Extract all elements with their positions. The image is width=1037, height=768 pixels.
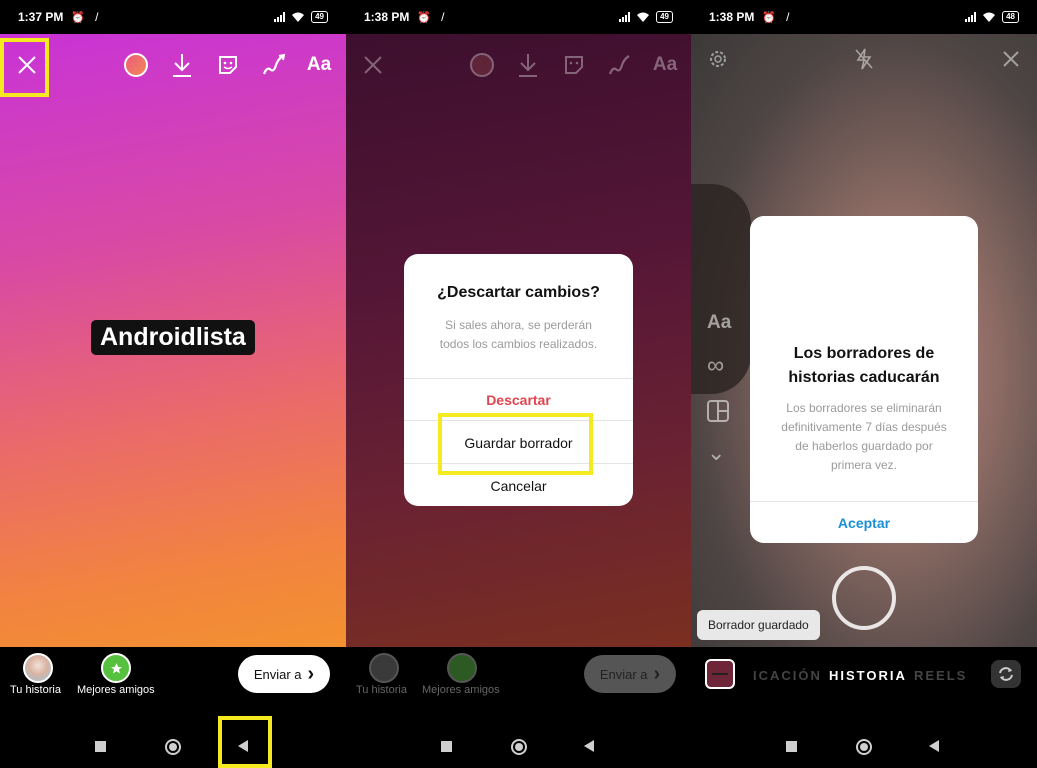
tab-story[interactable]: HISTORIA xyxy=(829,668,907,683)
draw-icon xyxy=(605,50,635,80)
wifi-icon xyxy=(983,12,996,22)
back-icon[interactable] xyxy=(584,740,594,752)
close-icon[interactable] xyxy=(996,44,1026,74)
wifi-icon xyxy=(292,12,305,22)
accept-button[interactable]: Aceptar xyxy=(750,501,978,544)
back-icon[interactable] xyxy=(929,740,939,752)
tab-publication[interactable]: ICACIÓN xyxy=(753,668,822,683)
boomerang-icon[interactable]: ∞ xyxy=(707,352,724,380)
close-icon xyxy=(358,50,388,80)
alarm-icon: ⏰ xyxy=(417,11,432,24)
dialog-message: Si sales ahora, se perderán todos los ca… xyxy=(439,318,598,351)
layout-icon[interactable] xyxy=(707,400,729,428)
status-bar: 1:38 PM ⏰ / 48 xyxy=(691,0,1037,34)
discard-dialog-panel: 1:38 PM ⏰ / 49 Aa ¿Descartar cambios? Si… xyxy=(346,0,691,768)
signal-icon xyxy=(274,12,286,22)
status-time: 1:38 PM xyxy=(364,10,410,24)
alarm-icon: ⏰ xyxy=(762,11,777,24)
chevron-down-icon[interactable]: ⌄ xyxy=(707,440,725,466)
chevron-right-icon: › xyxy=(653,662,661,685)
send-to-button: Enviar a › xyxy=(584,655,676,693)
highlight-box xyxy=(218,716,272,768)
text-tool-icon[interactable]: Aa xyxy=(304,50,334,80)
status-bar: 1:38 PM ⏰ / 49 xyxy=(346,0,691,34)
shutter-button[interactable] xyxy=(832,566,896,630)
close-friends-label: Mejores amigos xyxy=(422,684,500,696)
avatar[interactable] xyxy=(23,653,53,683)
home-icon[interactable] xyxy=(165,739,181,755)
dialog-title: ¿Descartar cambios? xyxy=(437,284,600,301)
chevron-right-icon: › xyxy=(307,662,315,685)
text-sticker[interactable]: Androidlista xyxy=(91,320,255,355)
avatar xyxy=(369,653,399,683)
your-story-label: Tu historia xyxy=(356,684,407,696)
recents-icon[interactable] xyxy=(441,741,452,752)
signal-icon xyxy=(965,12,977,22)
story-editor-panel: 1:37 PM ⏰ / 49 Aa Androidlista Tu histor… xyxy=(0,0,346,768)
flash-off-icon[interactable] xyxy=(849,44,879,74)
tab-reels[interactable]: REELS xyxy=(914,668,967,683)
alarm-icon: ⏰ xyxy=(71,11,86,24)
status-time: 1:38 PM xyxy=(709,10,755,24)
home-icon[interactable] xyxy=(856,739,872,755)
dialog-message: Los borradores se eliminarán definitivam… xyxy=(781,401,947,472)
battery-icon: 48 xyxy=(1002,11,1019,23)
status-extra-icon: / xyxy=(441,10,445,24)
close-friends-icon xyxy=(447,653,477,683)
camera-panel: 1:38 PM ⏰ / 48 Aa ∞ ⌄ Los borradores de … xyxy=(691,0,1037,768)
your-story-label[interactable]: Tu historia xyxy=(10,684,61,696)
text-mode-icon[interactable]: Aa xyxy=(707,312,731,334)
settings-icon[interactable] xyxy=(703,44,733,74)
color-picker-icon xyxy=(467,50,497,80)
gallery-thumbnail[interactable] xyxy=(705,659,735,689)
highlight-box xyxy=(438,413,593,475)
draft-indicator-icon xyxy=(712,673,728,675)
battery-icon: 49 xyxy=(311,11,328,23)
color-picker-icon[interactable] xyxy=(121,50,151,80)
status-extra-icon: / xyxy=(95,10,99,24)
recents-icon[interactable] xyxy=(95,741,106,752)
close-friends-icon[interactable] xyxy=(101,653,131,683)
status-extra-icon: / xyxy=(786,10,790,24)
close-friends-label[interactable]: Mejores amigos xyxy=(77,684,155,696)
download-icon xyxy=(513,50,543,80)
dialog-title: Los borradores de historias caducarán xyxy=(788,345,940,386)
draft-saved-toast: Borrador guardado xyxy=(697,610,820,640)
recents-icon[interactable] xyxy=(786,741,797,752)
status-time: 1:37 PM xyxy=(18,10,64,24)
flip-camera-icon[interactable] xyxy=(991,660,1021,688)
download-icon[interactable] xyxy=(167,50,197,80)
highlight-box xyxy=(0,38,49,97)
sticker-icon[interactable] xyxy=(213,50,243,80)
status-bar: 1:37 PM ⏰ / 49 xyxy=(0,0,346,34)
text-tool-icon: Aa xyxy=(652,54,678,75)
drafts-expire-dialog: Los borradores de historias caducarán Lo… xyxy=(750,216,978,543)
wifi-icon xyxy=(637,12,650,22)
battery-icon: 49 xyxy=(656,11,673,23)
send-to-button[interactable]: Enviar a › xyxy=(238,655,330,693)
send-to-label: Enviar a xyxy=(253,666,302,682)
sticker-icon xyxy=(559,50,589,80)
signal-icon xyxy=(619,12,631,22)
draw-icon[interactable] xyxy=(259,50,289,80)
home-icon[interactable] xyxy=(511,739,527,755)
send-to-label: Enviar a xyxy=(599,666,648,682)
